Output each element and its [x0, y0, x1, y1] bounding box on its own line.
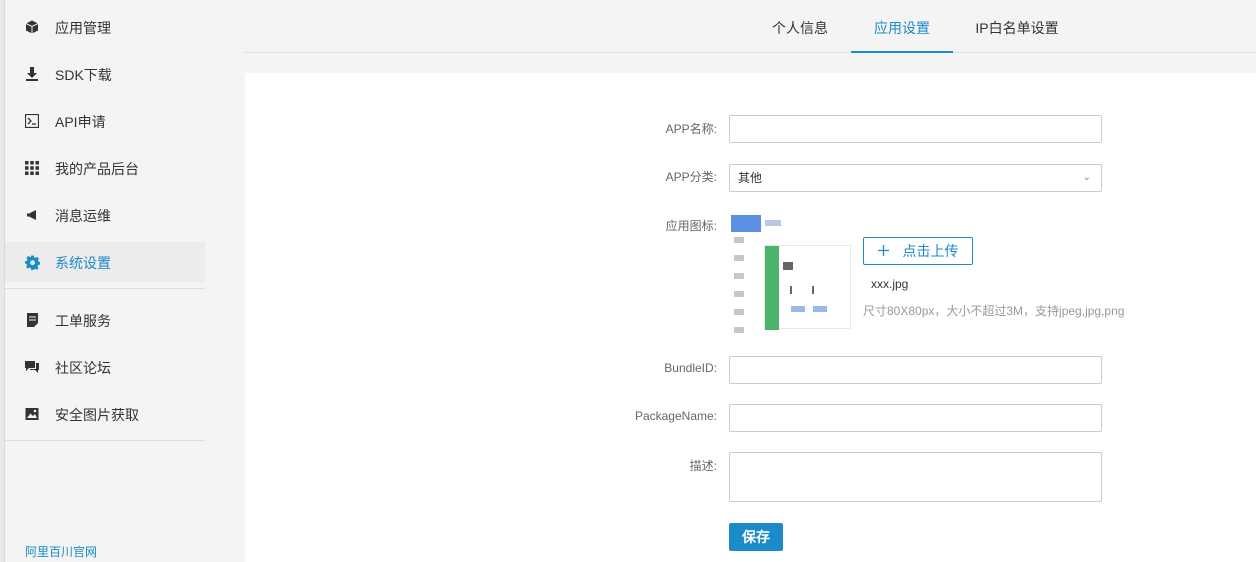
plus-icon: [877, 243, 889, 259]
chat-icon: [24, 359, 40, 375]
sidebar-item-community-forum[interactable]: 社区论坛: [5, 347, 205, 387]
bundle-id-input[interactable]: [729, 356, 1102, 384]
package-name-label: PackageName:: [634, 409, 717, 423]
uploaded-file-name: xxx.jpg: [871, 277, 909, 291]
upload-button[interactable]: 点击上传: [863, 237, 973, 265]
sidebar-item-ticket-service[interactable]: 工单服务: [5, 300, 205, 340]
sidebar-item-system-settings[interactable]: 系统设置: [5, 242, 205, 282]
description-label: 描述:: [689, 459, 717, 473]
tab-personal-info[interactable]: 个人信息: [751, 0, 849, 53]
sidebar-item-app-management[interactable]: 应用管理: [5, 7, 205, 47]
app-icon-label: 应用图标:: [665, 219, 717, 233]
tab-app-settings[interactable]: 应用设置: [851, 0, 953, 53]
sidebar-item-label: 系统设置: [55, 255, 111, 271]
sidebar-item-label: API申请: [55, 114, 106, 130]
ticket-icon: [24, 312, 40, 328]
package-name-input[interactable]: [729, 404, 1102, 432]
sidebar-item-sdk-download[interactable]: SDK下载: [5, 54, 205, 94]
baichuan-official-link[interactable]: 阿里百川官网: [25, 543, 97, 560]
sidebar-item-label: 消息运维: [55, 208, 111, 224]
sidebar-item-label: 工单服务: [55, 313, 111, 329]
image-icon: [24, 406, 40, 422]
sidebar-item-api-apply[interactable]: API申请: [5, 101, 205, 141]
grid-icon: [24, 160, 40, 176]
download-icon: [24, 66, 40, 82]
cube-icon: [24, 19, 40, 35]
sidebar-item-label: SDK下载: [55, 67, 112, 83]
app-icon-preview: [729, 215, 851, 335]
sidebar: 应用管理 SDK下载 API申请 我的产品后台 消息运维 系统设置 工单服务 社…: [5, 0, 244, 562]
sidebar-item-message-ops[interactable]: 消息运维: [5, 195, 205, 235]
sidebar-item-product-backend[interactable]: 我的产品后台: [5, 148, 205, 188]
tab-bar: 个人信息 应用设置 IP白名单设置: [244, 0, 1256, 53]
upload-button-label: 点击上传: [902, 243, 959, 259]
gear-icon: [24, 254, 40, 270]
megaphone-icon: [24, 207, 40, 223]
sidebar-item-label: 应用管理: [55, 20, 111, 36]
upload-hint: 尺寸80X80px，大小不超过3M，支持jpeg,jpg,png: [863, 304, 1125, 318]
tab-ip-whitelist[interactable]: IP白名单设置: [959, 0, 1075, 53]
sidebar-item-label: 安全图片获取: [55, 407, 139, 423]
app-category-value: 其他: [738, 171, 763, 185]
save-button[interactable]: 保存: [729, 523, 783, 551]
app-name-input[interactable]: [729, 115, 1102, 143]
sidebar-divider: [5, 288, 205, 289]
bundle-id-label: BundleID:: [664, 361, 717, 375]
app-category-label: APP分类:: [665, 170, 717, 184]
sidebar-item-secure-image[interactable]: 安全图片获取: [5, 394, 205, 434]
sidebar-divider: [5, 440, 205, 441]
description-textarea[interactable]: [729, 452, 1102, 502]
app-name-label: APP名称:: [665, 122, 717, 136]
sidebar-item-label: 我的产品后台: [55, 161, 139, 177]
terminal-icon: [24, 113, 40, 129]
app-settings-form: APP名称: APP分类: 其他 ⌄ 应用图标: 点击上传 xxx.jpg 尺寸…: [245, 73, 1256, 562]
app-category-select[interactable]: 其他 ⌄: [729, 164, 1102, 192]
chevron-down-icon: ⌄: [1082, 172, 1091, 183]
sidebar-item-label: 社区论坛: [55, 360, 111, 376]
